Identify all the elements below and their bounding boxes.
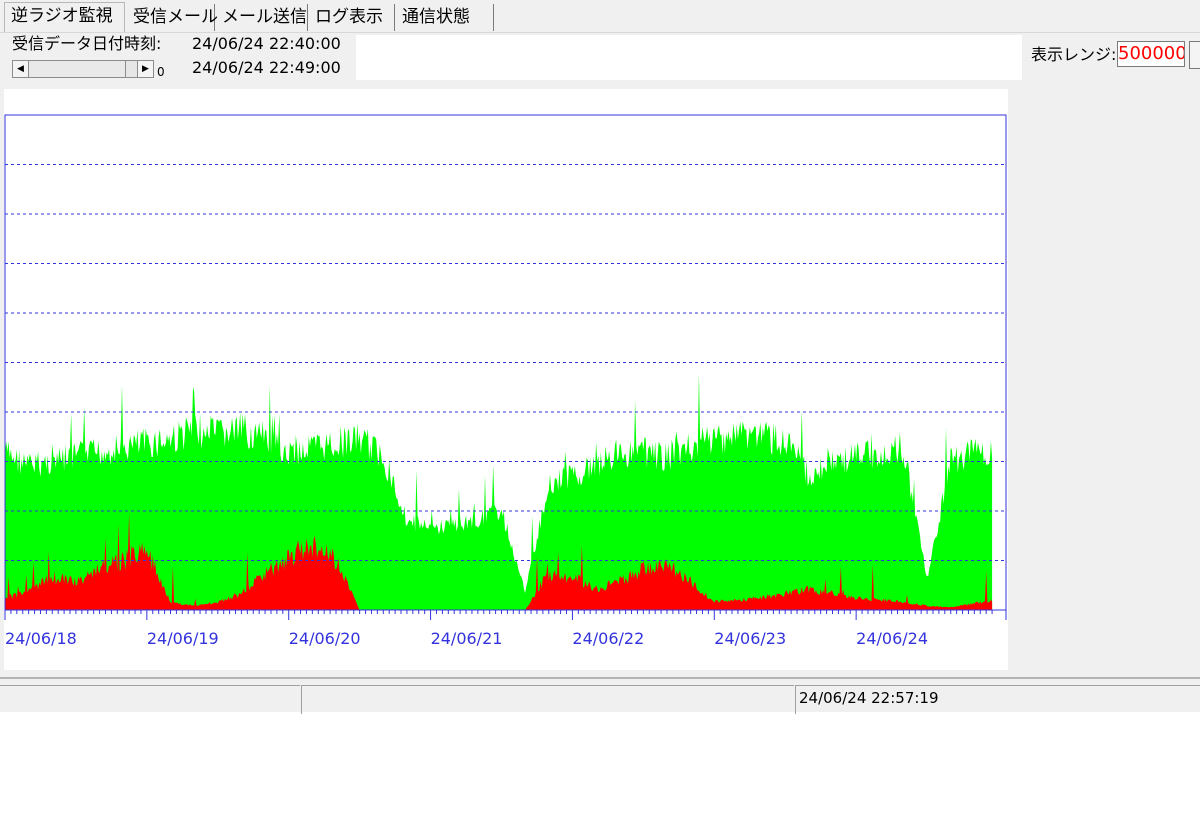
time-end: 24/06/24 22:49:00 [192,58,341,77]
x-tick-label: 24/06/18 [5,629,77,648]
scroll-thumb[interactable] [29,61,126,77]
time-start: 24/06/24 22:40:00 [192,34,341,53]
tab-send-mail[interactable]: メール送信 [216,4,308,31]
x-tick-label: 24/06/23 [714,629,786,648]
x-tick-label: 24/06/19 [147,629,219,648]
time-scrollbar[interactable]: ◀ ▶ [12,60,154,78]
info-panel [356,35,1022,80]
display-range-button[interactable] [1189,41,1200,69]
x-tick-label: 24/06/21 [431,629,503,648]
x-tick-label: 24/06/24 [856,629,928,648]
tab-received-mail[interactable]: 受信メール [127,4,218,31]
scroll-value: 0 [157,65,165,79]
chart-svg: 24/06/18 24/06/19 24/06/20 24/06/21 24/06/22… [4,114,1007,648]
display-range-label: 表示レンジ: [1031,45,1117,64]
tab-reverse-radio-monitor[interactable]: 逆ラジオ監視 [4,2,125,32]
status-pane-2 [301,685,794,714]
scroll-right-icon[interactable]: ▶ [137,61,153,77]
tab-bar: 逆ラジオ監視 受信メール メール送信 ログ表示 通信状態 [0,0,1200,33]
tab-connection-status[interactable]: 通信状態 [396,4,494,31]
x-tick-label: 24/06/22 [572,629,644,648]
x-tick-label: 24/06/20 [289,629,361,648]
traffic-chart: 24/06/18 24/06/19 24/06/20 24/06/21 24/06/22… [4,89,1008,670]
tab-log-view[interactable]: ログ表示 [309,4,395,31]
scroll-left-icon[interactable]: ◀ [13,61,29,77]
app-window: 逆ラジオ監視 受信メール メール送信 ログ表示 通信状態 受信データ日付時刻: … [0,0,1200,714]
status-bar [0,677,1200,714]
status-time: 24/06/24 22:57:19 [799,689,939,707]
status-pane-1 [0,685,300,714]
display-range-input[interactable]: 500000 [1117,41,1185,67]
received-datetime-label: 受信データ日付時刻: [12,34,162,53]
